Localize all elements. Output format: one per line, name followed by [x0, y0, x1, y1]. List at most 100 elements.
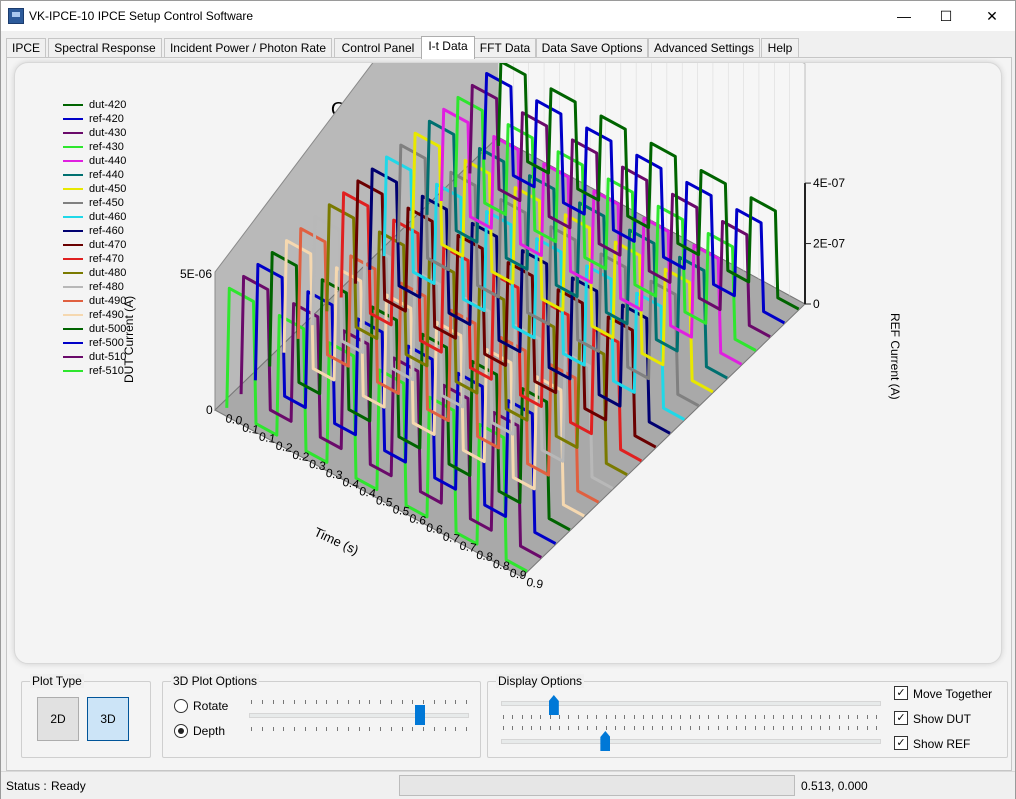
slider-tick: [412, 700, 414, 704]
slider-tick: [810, 726, 812, 730]
plot-2d-button[interactable]: 2D: [37, 697, 79, 741]
slider-tick: [782, 726, 784, 730]
tab-help[interactable]: Help: [761, 38, 799, 58]
tab-it-data[interactable]: I-t Data: [421, 36, 475, 59]
rotate-label: Rotate: [193, 699, 229, 713]
tab-control-panel[interactable]: Control Panel: [334, 38, 422, 58]
slider-tick: [670, 726, 672, 730]
slider-tick: [736, 715, 738, 719]
slider-tick: [531, 715, 532, 719]
maximize-button[interactable]: ☐: [923, 1, 969, 31]
tab-ipce[interactable]: IPCE: [6, 38, 46, 58]
slider-tick: [455, 727, 457, 731]
progress-bar: [399, 775, 795, 796]
x-tick-label: 0.9: [525, 575, 544, 592]
close-button[interactable]: ✕: [969, 1, 1015, 31]
slider-tick: [337, 727, 338, 731]
y-right-tick-label: 0: [813, 297, 820, 311]
slider-tick: [605, 726, 607, 730]
slider-tick: [586, 715, 588, 719]
plot-3d-button[interactable]: 3D: [87, 697, 129, 741]
slider-tick: [294, 727, 295, 731]
slider-tick: [294, 700, 295, 704]
slider-tick: [838, 715, 840, 719]
slider-tick: [642, 715, 644, 719]
tab-spectral-response[interactable]: Spectral Response: [48, 38, 162, 58]
depth-slider-track[interactable]: [249, 713, 469, 718]
slider-tick: [315, 727, 317, 731]
depth-slider-thumb[interactable]: [415, 705, 426, 725]
slider-tick: [466, 727, 467, 731]
move-together-checkbox[interactable]: ✓: [894, 686, 908, 700]
tab-incident-power[interactable]: Incident Power / Photon Rate: [164, 38, 332, 58]
depth-radio[interactable]: [174, 724, 188, 738]
chart-area[interactable]: Current vs. Time Data for DUT and REF du…: [14, 62, 1002, 664]
tab-advanced-settings[interactable]: Advanced Settings: [648, 38, 760, 58]
x-tick-label: 0.1: [241, 420, 260, 437]
slider-tick: [423, 727, 424, 731]
display-slider-2-thumb[interactable]: [600, 731, 611, 751]
slider-tick: [304, 727, 306, 731]
plot-type-label: Plot Type: [30, 674, 84, 688]
slider-tick: [876, 715, 877, 719]
display-options-label: Display Options: [496, 674, 585, 688]
slider-tick: [455, 700, 457, 704]
display-slider-2-track[interactable]: [501, 739, 881, 744]
slider-tick: [433, 700, 435, 704]
show-dut-checkbox[interactable]: ✓: [894, 711, 908, 725]
x-tick-label: 0.5: [392, 502, 411, 519]
x-tick-label: 0.2: [291, 448, 310, 465]
slider-tick: [283, 727, 285, 731]
x-tick-label: 0.3: [308, 457, 327, 474]
slider-tick: [708, 726, 710, 730]
status-label: Status :: [6, 779, 47, 793]
slider-tick: [652, 715, 654, 719]
slider-tick: [358, 727, 360, 731]
slider-tick: [810, 715, 812, 719]
slider-tick: [857, 726, 859, 730]
slider-tick: [642, 726, 644, 730]
window-title: VK-IPCE-10 IPCE Setup Control Software: [29, 9, 254, 23]
slider-tick: [549, 726, 551, 730]
slider-tick: [304, 700, 306, 704]
tab-data-save-options[interactable]: Data Save Options: [536, 38, 648, 58]
show-dut-label: Show DUT: [913, 712, 972, 726]
app-window: VK-IPCE-10 IPCE Setup Control Software —…: [0, 0, 1016, 799]
show-ref-checkbox[interactable]: ✓: [894, 736, 908, 750]
slider-tick: [390, 700, 392, 704]
slider-tick: [512, 715, 514, 719]
slider-tick: [596, 726, 598, 730]
slider-tick: [380, 700, 381, 704]
y-right-axis-label: REF Current (A): [888, 313, 902, 400]
slider-tick: [531, 726, 532, 730]
slider-tick: [380, 727, 381, 731]
rotate-radio[interactable]: [174, 699, 188, 713]
slider-tick: [848, 715, 849, 719]
y-right-tick-label: 2E-07: [813, 237, 845, 251]
slider-tick: [717, 715, 719, 719]
slider-tick: [423, 700, 424, 704]
slider-tick: [614, 726, 616, 730]
3d-plot-options-label: 3D Plot Options: [171, 674, 260, 688]
chart-3d-plot[interactable]: 0.00.10.10.20.20.30.30.40.40.50.50.60.60…: [15, 63, 1001, 663]
slider-tick: [801, 726, 803, 730]
cursor-coordinates: 0.513, 0.000: [801, 779, 868, 793]
slider-tick: [549, 715, 551, 719]
slider-tick: [661, 715, 663, 719]
x-tick-label: 0.0: [224, 411, 243, 428]
slider-tick: [444, 700, 446, 704]
display-slider-1-thumb[interactable]: [548, 695, 559, 715]
slider-tick: [401, 700, 403, 704]
slider-tick: [792, 715, 794, 719]
slider-tick: [283, 700, 285, 704]
minimize-button[interactable]: —: [881, 1, 927, 31]
move-together-label: Move Together: [913, 687, 993, 701]
slider-tick: [633, 715, 635, 719]
slider-tick: [369, 727, 371, 731]
tab-fft-data[interactable]: FFT Data: [474, 38, 536, 58]
slider-tick: [326, 700, 328, 704]
slider-tick: [876, 726, 877, 730]
depth-slider-ticks-bottom: [251, 727, 467, 731]
slider-tick: [708, 715, 710, 719]
slider-tick: [726, 715, 728, 719]
